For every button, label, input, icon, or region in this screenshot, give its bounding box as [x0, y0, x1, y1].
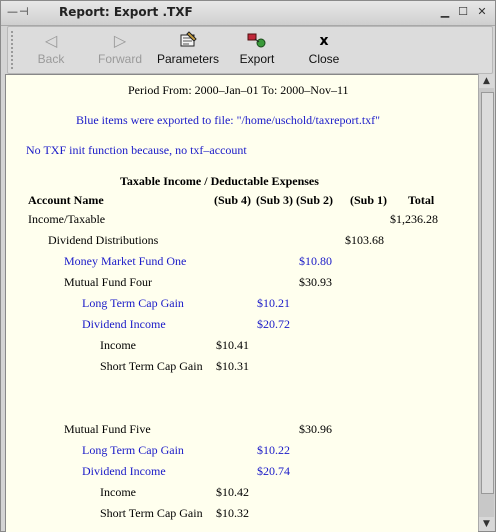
- close-window-icon[interactable]: ✕: [476, 6, 488, 18]
- maximize-icon[interactable]: ☐: [457, 6, 469, 18]
- row-name: Dividend Income: [82, 317, 166, 331]
- col-sub3: (Sub 3): [256, 193, 294, 207]
- export-button[interactable]: Export: [234, 30, 280, 72]
- forward-arrow-icon: ▷: [113, 31, 127, 50]
- scroll-up-icon[interactable]: ▲: [479, 74, 494, 88]
- row-name: Dividend Distributions: [48, 233, 159, 247]
- row-name: Long Term Cap Gain: [82, 443, 184, 457]
- row-sub2: $10.80: [299, 254, 332, 268]
- col-total: Total: [408, 193, 435, 207]
- window-title: Report: Export .TXF: [59, 5, 193, 19]
- row-name: Dividend Income: [82, 464, 166, 478]
- row-sub4: $10.41: [216, 338, 249, 352]
- row-sub1: $103.68: [345, 233, 384, 247]
- close-button[interactable]: x Close: [304, 30, 344, 72]
- col-account-name: Account Name: [28, 193, 104, 207]
- close-icon: x: [319, 33, 329, 49]
- row-name: Mutual Fund Four: [64, 275, 153, 289]
- no-init-message: No TXF init function because, no txf–acc…: [26, 143, 247, 157]
- scroll-down-icon[interactable]: ▼: [479, 517, 494, 531]
- toolbar: ◁ Back ▷ Forward Parameters Export x Clo…: [7, 26, 493, 74]
- col-sub2: (Sub 2): [296, 193, 334, 207]
- title-bar[interactable]: —⊣ Report: Export .TXF ▁ ☐ ✕: [1, 1, 495, 26]
- back-button[interactable]: ◁ Back: [34, 30, 68, 72]
- export-message: Blue items were exported to file: "/home…: [76, 113, 381, 127]
- forward-button[interactable]: ▷ Forward: [94, 30, 146, 72]
- row-name: Short Term Cap Gain: [100, 359, 203, 373]
- col-sub4: (Sub 4): [214, 193, 252, 207]
- window-menu-icon[interactable]: —⊣: [7, 5, 30, 18]
- scroll-thumb[interactable]: [481, 92, 494, 494]
- col-sub1: (Sub 1): [350, 193, 388, 207]
- toolbar-grip[interactable]: [11, 31, 19, 69]
- row-sub3: $20.74: [257, 464, 290, 478]
- back-arrow-icon: ◁: [44, 31, 58, 50]
- parameters-icon: [154, 30, 222, 52]
- report-period: Period From: 2000–Jan–01 To: 2000–Nov–11: [128, 83, 349, 97]
- vertical-scrollbar[interactable]: ▲ ▼: [478, 74, 494, 531]
- row-sub3: $10.21: [257, 296, 290, 310]
- row-name: Mutual Fund Five: [64, 422, 151, 436]
- row-sub4: $10.31: [216, 359, 249, 373]
- parameters-label: Parameters: [156, 52, 220, 66]
- row-name: Income: [100, 485, 136, 499]
- row-name: Short Term Cap Gain: [100, 506, 203, 520]
- row-name: Income/Taxable: [28, 212, 106, 226]
- row-sub4: $10.42: [216, 485, 249, 499]
- close-label: Close: [308, 52, 340, 66]
- row-sub3: $20.72: [257, 317, 290, 331]
- row-name: Income: [100, 338, 136, 352]
- minimize-icon[interactable]: ▁: [439, 6, 451, 18]
- back-label: Back: [37, 52, 65, 66]
- export-icon: [234, 30, 280, 52]
- report-window: —⊣ Report: Export .TXF ▁ ☐ ✕ ◁ Back ▷ Fo…: [0, 0, 496, 532]
- report-content: Period From: 2000–Jan–01 To: 2000–Nov–11…: [5, 74, 478, 532]
- row-total: $1,236.28: [390, 212, 438, 226]
- row-name: Money Market Fund One: [64, 254, 187, 268]
- report-heading: Taxable Income / Deductable Expenses: [120, 174, 319, 188]
- row-sub2: $30.96: [299, 422, 332, 436]
- row-sub4: $10.32: [216, 506, 249, 520]
- row-sub3: $10.22: [257, 443, 290, 457]
- export-label: Export: [239, 52, 275, 66]
- parameters-button[interactable]: Parameters: [154, 30, 222, 72]
- forward-label: Forward: [97, 52, 142, 66]
- row-name: Long Term Cap Gain: [82, 296, 184, 310]
- row-sub2: $30.93: [299, 275, 332, 289]
